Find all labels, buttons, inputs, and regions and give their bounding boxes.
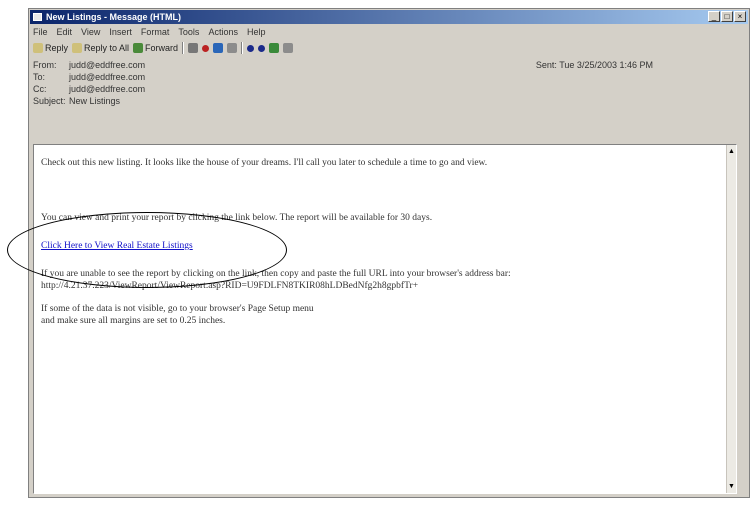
margin-tip: and make sure all margins are set to 0.2… [41,316,226,326]
help-icon [283,43,294,53]
minimize-button[interactable]: _ [708,11,720,22]
from-label: From: [33,60,57,70]
previous-item-button[interactable] [247,44,255,52]
reply-button[interactable]: Reply [33,43,68,53]
print-button[interactable] [188,43,199,53]
menu-tools[interactable]: Tools [178,26,199,38]
previous-arrow-icon [247,44,255,52]
cc-row: Cc: judd@eddfree.com [33,84,145,94]
from-value[interactable]: judd@eddfree.com [69,60,145,70]
message-icon [33,13,42,21]
subject-row: Subject: New Listings [33,96,120,106]
address-book-button[interactable] [269,43,280,53]
printer-icon [188,43,199,53]
cc-label: Cc: [33,84,47,94]
forward-button[interactable]: Forward [133,43,178,53]
message-headers: From: judd@eddfree.com To: judd@eddfree.… [33,60,745,140]
menu-actions[interactable]: Actions [208,26,238,38]
window-title: New Listings - Message (HTML) [46,12,182,22]
cc-value[interactable]: judd@eddfree.com [69,84,145,94]
restore-button[interactable]: □ [721,11,733,22]
menu-view[interactable]: View [81,26,100,38]
next-item-button[interactable] [258,44,266,52]
menu-file[interactable]: File [33,26,48,38]
menu-bar: File Edit View Insert Format Tools Actio… [33,26,745,38]
title-bar[interactable]: New Listings - Message (HTML) _ □ × [30,10,748,24]
page-setup-tip: If some of the data is not visible, go t… [41,304,314,314]
reply-all-button[interactable]: Reply to All [72,43,129,53]
forward-icon [133,43,144,53]
close-button[interactable]: × [734,11,746,22]
delete-x-icon [227,43,238,53]
link-highlight-oval [7,212,287,288]
delete-button[interactable] [227,43,238,53]
menu-insert[interactable]: Insert [109,26,132,38]
follow-up-button[interactable] [202,44,210,52]
reply-all-icon [72,43,83,53]
move-to-folder-icon [213,43,224,53]
menu-format[interactable]: Format [141,26,170,38]
forward-label: Forward [145,43,179,53]
window-controls: _ □ × [708,11,746,22]
scroll-up-icon[interactable]: ▲ [727,147,736,156]
to-label: To: [33,72,46,82]
subject-label: Subject: [33,96,66,106]
menu-help[interactable]: Help [247,26,266,38]
next-arrow-icon [258,44,266,52]
reply-icon [33,43,43,53]
vertical-scrollbar[interactable]: ▲ ▼ [726,145,736,493]
subject-value: New Listings [69,96,121,106]
help-button[interactable] [283,43,294,53]
toolbar: Reply Reply to All Forward [33,40,745,56]
scroll-down-icon[interactable]: ▼ [727,482,736,491]
toolbar-separator [241,42,244,54]
reply-all-label: Reply to All [84,43,130,53]
from-row: From: judd@eddfree.com [33,60,145,70]
toolbar-separator [182,42,185,54]
menu-edit[interactable]: Edit [57,26,73,38]
reply-label: Reply [45,43,69,53]
to-value[interactable]: judd@eddfree.com [69,72,145,82]
sent-date: Sent: Tue 3/25/2003 1:46 PM [535,60,653,70]
move-button[interactable] [213,43,224,53]
address-book-icon [269,43,280,53]
message-body[interactable]: Check out this new listing. It looks lik… [33,144,737,494]
flag-icon [202,44,210,52]
intro-text: Check out this new listing. It looks lik… [41,158,488,168]
to-row: To: judd@eddfree.com [33,72,145,82]
